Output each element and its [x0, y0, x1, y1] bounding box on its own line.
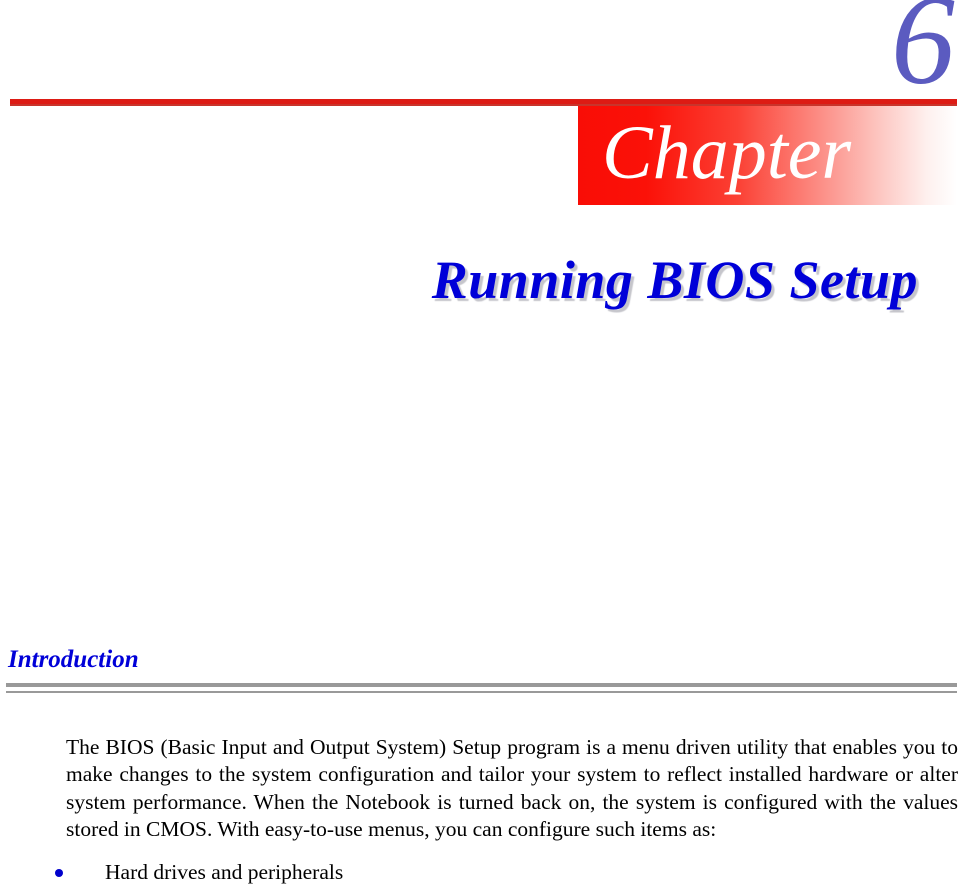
chapter-number: 6	[891, 0, 955, 111]
bullet-icon	[55, 869, 63, 877]
section-heading-introduction: Introduction	[8, 646, 139, 673]
section-rule-thin	[6, 691, 957, 693]
chapter-banner-label: Chapter	[602, 111, 852, 195]
chapter-banner: Chapter	[578, 106, 957, 205]
feature-list: Hard drives and peripherals	[50, 858, 950, 886]
introduction-paragraph: The BIOS (Basic Input and Output System)…	[66, 734, 958, 842]
list-item-label: Hard drives and peripherals	[105, 860, 344, 884]
section-rule-thick	[6, 683, 957, 687]
list-item: Hard drives and peripherals	[50, 858, 950, 886]
chapter-title: Running BIOS Setup	[431, 250, 918, 310]
